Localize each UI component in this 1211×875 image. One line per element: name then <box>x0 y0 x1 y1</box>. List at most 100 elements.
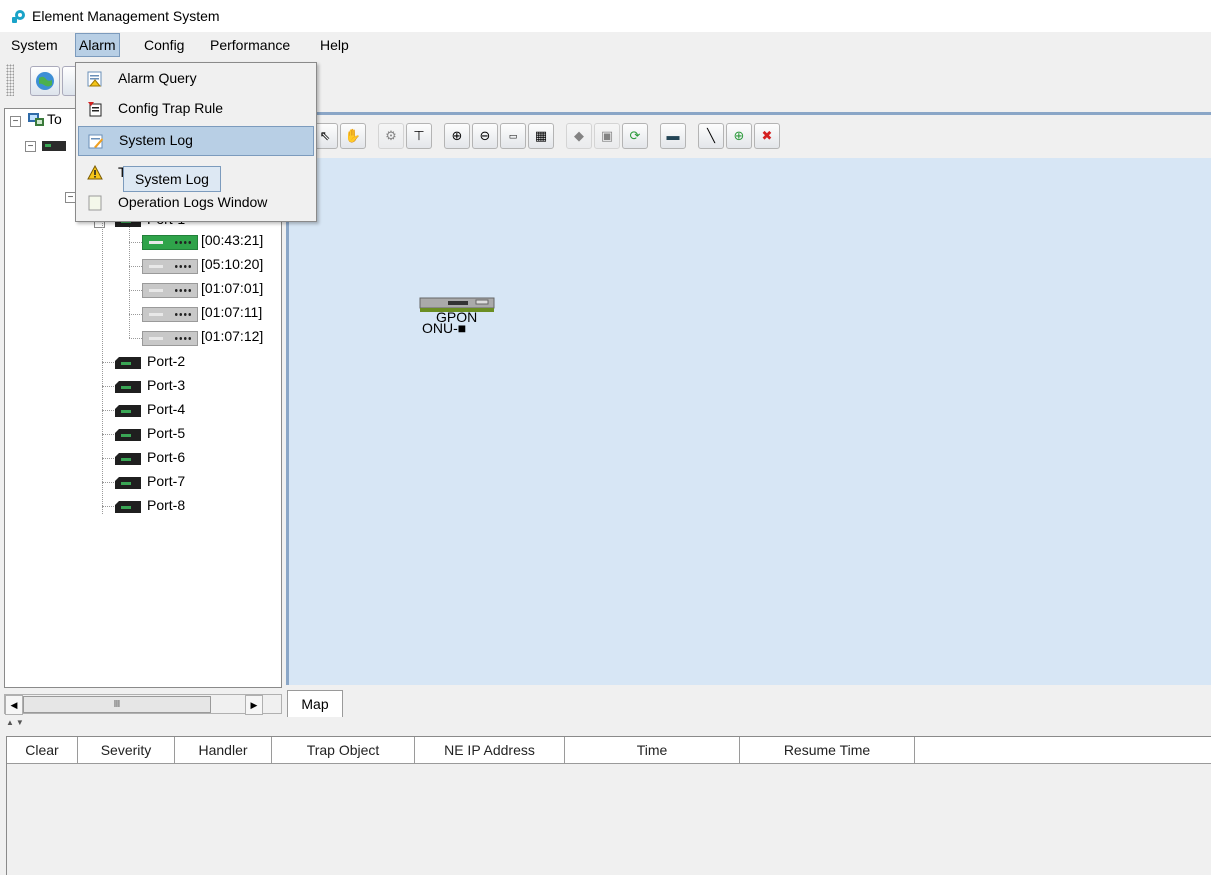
tree-onu-2[interactable]: [05:10:20] <box>201 256 263 272</box>
scroll-thumb-grip: Ⅲ <box>113 699 121 710</box>
port-icon <box>115 357 141 369</box>
pointer-icon: ⇖ <box>319 128 331 143</box>
col-severity[interactable]: Severity <box>78 737 175 764</box>
port-icon <box>115 381 141 393</box>
onu-icon <box>142 331 198 346</box>
menu-performance[interactable]: Performance <box>207 35 293 55</box>
tree-connector <box>129 266 142 267</box>
trap-rule-icon <box>88 102 102 117</box>
menu-performance-label: Performance <box>210 37 291 53</box>
port-icon <box>115 453 141 465</box>
menu-item-operation-logs-window[interactable]: Operation Logs Window <box>78 189 314 217</box>
menu-item-system-log-label: System Log <box>119 132 193 148</box>
window-title: Element Management System <box>32 8 220 24</box>
map-node-label-line2: ONU-■ <box>422 320 467 336</box>
warning-icon <box>87 165 103 180</box>
line-icon: ╲ <box>707 128 715 143</box>
menu-config[interactable]: Config <box>141 35 187 55</box>
tree-port-8[interactable]: Port-8 <box>147 497 185 513</box>
add-button[interactable]: ⊕ <box>726 123 752 149</box>
tree-port-6[interactable]: Port-6 <box>147 449 185 465</box>
menu-item-alarm-query-label: Alarm Query <box>118 70 197 86</box>
port-icon <box>115 429 141 441</box>
add-circle-icon: ⊕ <box>733 128 745 143</box>
alarm-query-icon <box>87 71 102 87</box>
menu-item-config-trap-rule[interactable]: Config Trap Rule <box>78 95 314 123</box>
fit-view-button[interactable]: ▦ <box>528 123 554 149</box>
scroll-right-icon[interactable]: ▶ <box>245 695 263 715</box>
tree-horizontal-scrollbar[interactable]: ◀ Ⅲ ▶ <box>4 694 282 715</box>
tree-port-5[interactable]: Port-5 <box>147 425 185 441</box>
menu-item-config-trap-rule-label: Config Trap Rule <box>118 100 224 116</box>
document-icon <box>88 195 102 211</box>
tree-root-label[interactable]: To <box>47 111 62 127</box>
settings-button[interactable]: ⚙ <box>378 123 404 149</box>
olt-collapse-icon[interactable]: − <box>25 141 36 152</box>
alarm-table: Clear Severity Handler Trap Object NE IP… <box>6 736 1211 875</box>
tab-map[interactable]: Map <box>287 690 343 717</box>
tree-onu-4[interactable]: [01:07:11] <box>201 304 262 320</box>
panel-splitter[interactable]: ▲▼ <box>0 718 1211 729</box>
scroll-left-icon[interactable]: ◀ <box>5 695 23 715</box>
tree-connector <box>102 410 114 411</box>
tree-onu-1[interactable]: [00:43:21] <box>201 232 263 248</box>
tree-port-4[interactable]: Port-4 <box>147 401 185 417</box>
col-trap-object[interactable]: Trap Object <box>272 737 415 764</box>
zoom-in-icon: ⊕ <box>451 128 463 143</box>
topology-map-canvas[interactable] <box>286 158 1211 685</box>
menu-item-alarm-query[interactable]: Alarm Query <box>78 65 314 93</box>
col-handler[interactable]: Handler <box>175 737 272 764</box>
splitter-arrows-icon[interactable]: ▲▼ <box>6 718 26 727</box>
save-button[interactable]: ▣ <box>594 123 620 149</box>
tree-connector <box>102 506 114 507</box>
hand-icon: ✋ <box>344 128 362 143</box>
col-ne-ip-address[interactable]: NE IP Address <box>415 737 565 764</box>
map-toolbar: ⇖ ✋ ⚙ ⊤ ⊕ ⊖ ▭ ▦ ◆ ▣ ⟳ ▬ ╲ ⊕ ✖ <box>286 112 1211 159</box>
col-time[interactable]: Time <box>565 737 740 764</box>
system-log-icon <box>88 134 103 149</box>
menu-system[interactable]: System <box>8 35 61 55</box>
add-device-button[interactable]: ▬ <box>660 123 686 149</box>
col-filler <box>915 737 1211 764</box>
tree-connector <box>129 338 142 339</box>
layout-tree-button[interactable]: ⊤ <box>406 123 432 149</box>
map-node-gpon-onu[interactable]: GPON ONU-■ <box>418 296 498 340</box>
col-clear[interactable]: Clear <box>7 737 78 764</box>
zoom-out-icon: ⊖ <box>479 128 491 143</box>
tree-onu-5[interactable]: [01:07:12] <box>201 328 263 344</box>
tag-button[interactable]: ◆ <box>566 123 592 149</box>
menu-system-label: System <box>11 37 58 53</box>
port-icon <box>115 405 141 417</box>
menu-config-label: Config <box>144 37 185 53</box>
app-logo-icon <box>12 10 25 23</box>
scroll-thumb[interactable]: Ⅲ <box>23 696 211 713</box>
tree-connector <box>102 458 114 459</box>
tree-port-3[interactable]: Port-3 <box>147 377 185 393</box>
tree-connector <box>129 242 142 243</box>
menu-item-system-log[interactable]: System Log <box>78 126 314 156</box>
delete-button[interactable]: ✖ <box>754 123 780 149</box>
tree-port-7[interactable]: Port-7 <box>147 473 185 489</box>
zoom-100-button[interactable]: ▭ <box>500 123 526 149</box>
menu-help-label: Help <box>320 37 349 53</box>
root-collapse-icon[interactable]: − <box>10 116 21 127</box>
menu-alarm-label: Alarm <box>79 37 116 53</box>
tree-connector <box>129 314 142 315</box>
refresh-button[interactable]: ⟳ <box>622 123 648 149</box>
menu-alarm[interactable]: Alarm <box>75 33 120 57</box>
tree-port-2[interactable]: Port-2 <box>147 353 185 369</box>
topology-button[interactable] <box>30 66 60 96</box>
toolbar-grip[interactable] <box>6 64 14 96</box>
menu-help[interactable]: Help <box>317 35 352 55</box>
tree-onu-3[interactable]: [01:07:01] <box>201 280 263 296</box>
col-resume-time[interactable]: Resume Time <box>740 737 915 764</box>
tree-connector <box>102 223 103 514</box>
pan-hand-button[interactable]: ✋ <box>340 123 366 149</box>
tree-connector <box>129 290 142 291</box>
draw-line-button[interactable]: ╲ <box>698 123 724 149</box>
port-icon <box>115 477 141 489</box>
zoom-out-button[interactable]: ⊖ <box>472 123 498 149</box>
tree-connector <box>102 362 114 363</box>
zoom-in-button[interactable]: ⊕ <box>444 123 470 149</box>
menu-bar: System Alarm Config Performance Help <box>0 32 1211 58</box>
